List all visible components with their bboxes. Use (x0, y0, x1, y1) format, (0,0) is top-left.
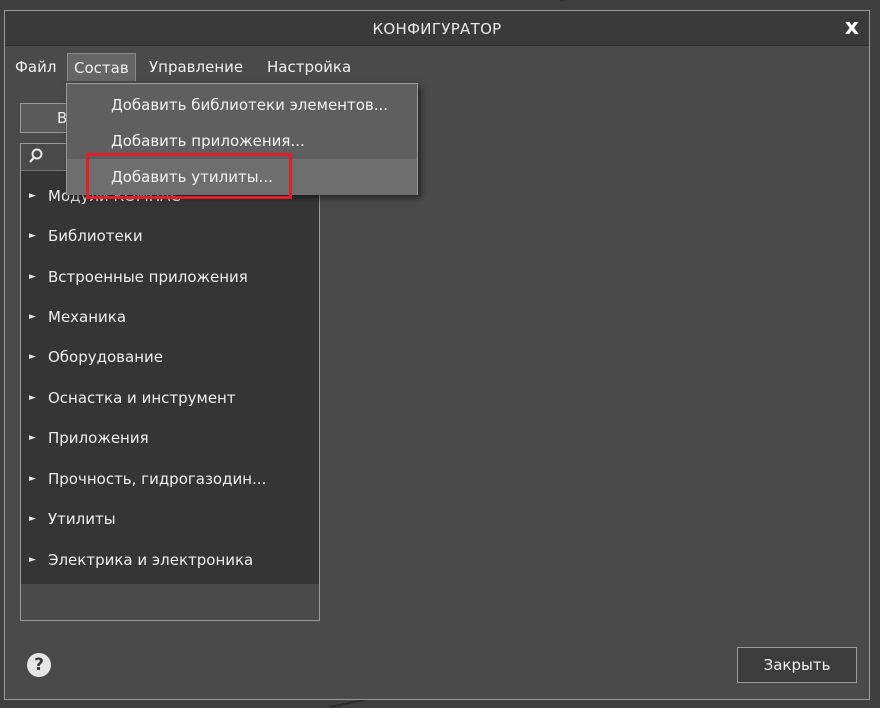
menu-bar: Файл Состав Управление Настройка (5, 53, 869, 81)
tree-item-utilities[interactable]: ► Утилиты (21, 499, 319, 539)
close-button[interactable]: Закрыть (737, 647, 857, 683)
menu-composition[interactable]: Состав (67, 53, 136, 81)
tree-item-applications[interactable]: ► Приложения (21, 418, 319, 458)
menu-item-add-utilities[interactable]: Добавить утилиты... (67, 159, 417, 195)
tree-item-strength[interactable]: ► Прочность, гидрогазодин... (21, 459, 319, 499)
tree-list: ► Модули КОМПАС ► Библиотеки ► Встроенны… (21, 144, 319, 584)
tree-item-label: Электрика и электроника (48, 551, 254, 569)
tree-item-label: Библиотеки (48, 227, 143, 245)
tree-item-equipment[interactable]: ► Оборудование (21, 337, 319, 377)
expand-arrow-icon[interactable]: ► (29, 216, 36, 256)
tree-item-label: Встроенные приложения (48, 268, 248, 286)
expand-arrow-icon[interactable]: ► (29, 540, 36, 580)
tree-item-label: Приложения (48, 429, 149, 447)
expand-arrow-icon[interactable]: ► (29, 337, 36, 377)
expand-arrow-icon[interactable]: ► (29, 297, 36, 337)
close-window-icon[interactable]: x (845, 15, 859, 40)
tree-item-builtin-apps[interactable]: ► Встроенные приложения (21, 257, 319, 297)
tree-item-label: Оснастка и инструмент (48, 389, 236, 407)
tree-item-label: Механика (48, 308, 127, 326)
search-icon (29, 148, 43, 163)
menu-settings[interactable]: Настройка (261, 53, 357, 81)
title-bar[interactable]: КОНФИГУРАТОР x (5, 11, 869, 46)
expand-arrow-icon[interactable]: ► (29, 378, 36, 418)
tree-item-tooling[interactable]: ► Оснастка и инструмент (21, 378, 319, 418)
tree-item-label: Оборудование (48, 348, 163, 366)
tree-panel: ► Модули КОМПАС ► Библиотеки ► Встроенны… (20, 143, 320, 621)
expand-arrow-icon[interactable]: ► (29, 459, 36, 499)
composition-dropdown-menu: Добавить библиотеки элементов... Добавит… (66, 83, 418, 195)
expand-arrow-icon[interactable]: ► (29, 257, 36, 297)
expand-arrow-icon[interactable]: ► (29, 418, 36, 458)
menu-file[interactable]: Файл (9, 53, 62, 81)
tree-item-libraries[interactable]: ► Библиотеки (21, 216, 319, 256)
expand-arrow-icon[interactable]: ► (29, 176, 36, 216)
tree-item-label: Прочность, гидрогазодин... (48, 470, 267, 488)
help-icon[interactable]: ? (27, 653, 51, 677)
tree-item-mechanics[interactable]: ► Механика (21, 297, 319, 337)
expand-arrow-icon[interactable]: ► (29, 499, 36, 539)
window-title: КОНФИГУРАТОР (372, 20, 502, 38)
tree-item-label: Утилиты (48, 510, 116, 528)
tree-item-electrics[interactable]: ► Электрика и электроника (21, 540, 319, 580)
menu-item-add-element-libraries[interactable]: Добавить библиотеки элементов... (67, 87, 417, 123)
menu-item-add-applications[interactable]: Добавить приложения... (67, 123, 417, 159)
menu-management[interactable]: Управление (143, 53, 249, 81)
